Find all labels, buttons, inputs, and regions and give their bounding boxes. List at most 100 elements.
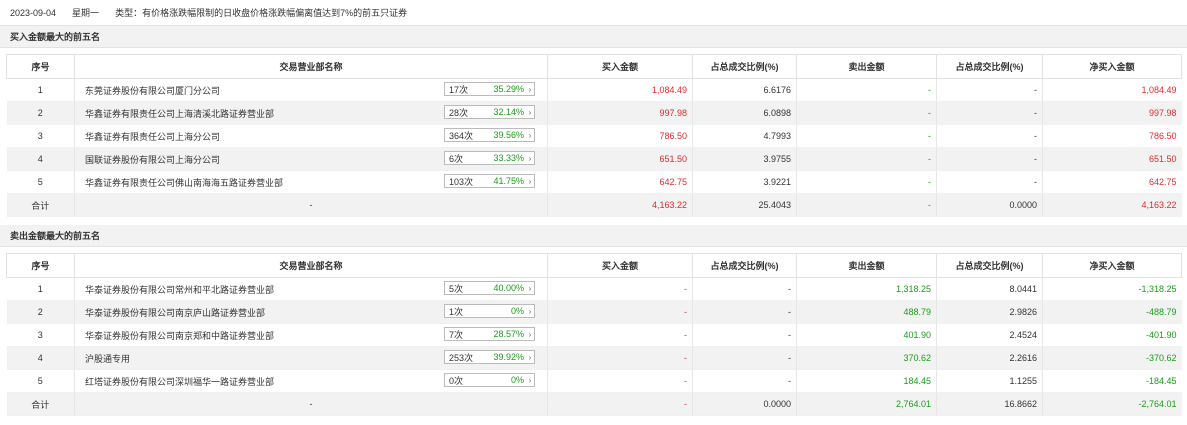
col-sell: 卖出金额 bbox=[796, 253, 937, 278]
trade-count: 7次 bbox=[449, 329, 464, 340]
buy-ratio: - bbox=[692, 300, 797, 324]
branch-name-link[interactable]: 华泰证券股份有限公司南京庐山路证券营业部 bbox=[85, 306, 265, 319]
trade-ratio-toggle[interactable]: 7次 28.57% › bbox=[444, 327, 535, 341]
chevron-right-icon: › bbox=[528, 352, 532, 362]
buy-amount: - bbox=[547, 346, 693, 370]
buy-table: 序号 交易营业部名称 买入金额 占总成交比例(%) 卖出金额 占总成交比例(%)… bbox=[6, 54, 1182, 217]
trade-ratio-toggle[interactable]: 28次 32.14% › bbox=[444, 105, 535, 119]
trade-count: 6次 bbox=[449, 153, 464, 164]
row-index: 5 bbox=[6, 369, 75, 393]
branch-name-link[interactable]: 华鑫证券有限责任公司上海分公司 bbox=[85, 130, 220, 143]
sell-ratio: - bbox=[936, 124, 1043, 148]
sell-amount: 488.79 bbox=[796, 300, 937, 324]
col-branch: 交易营业部名称 bbox=[74, 253, 548, 278]
branch-name-link[interactable]: 华鑫证券有限责任公司上海清溪北路证券营业部 bbox=[85, 107, 274, 120]
sell-ratio: - bbox=[936, 101, 1043, 125]
branch-cell: 红塔证券股份有限公司深圳福华一路证券营业部 0次 0% › bbox=[74, 369, 548, 393]
sell-ratio: 1.1255 bbox=[936, 369, 1043, 393]
branch-name-link[interactable]: 沪股通专用 bbox=[85, 352, 130, 365]
header-bar: 2023-09-04 星期一 类型：有价格涨跌幅限制的日收盘价格涨跌幅偏离值达到… bbox=[0, 0, 1187, 26]
sell-ratio: 2.2616 bbox=[936, 346, 1043, 370]
table-row: 2 华鑫证券有限责任公司上海清溪北路证券营业部 28次 32.14% › 997… bbox=[6, 101, 1182, 125]
branch-cell: 华鑫证券有限责任公司上海清溪北路证券营业部 28次 32.14% › bbox=[74, 101, 548, 125]
row-index: 2 bbox=[6, 300, 75, 324]
win-rate: 0% bbox=[510, 375, 524, 385]
branch-cell: 东莞证券股份有限公司厦门分公司 17次 35.29% › bbox=[74, 78, 548, 102]
table-row: 1 华泰证券股份有限公司常州和平北路证券营业部 5次 40.00% › - - … bbox=[6, 277, 1182, 301]
branch-name-link[interactable]: 红塔证券股份有限公司深圳福华一路证券营业部 bbox=[85, 375, 274, 388]
branch-name-link[interactable]: 华鑫证券有限责任公司佛山南海海五路证券营业部 bbox=[85, 176, 283, 189]
table-row: 4 国联证券股份有限公司上海分公司 6次 33.33% › 651.50 3.9… bbox=[6, 147, 1182, 171]
total-row: 合计 - 4,163.22 25.4043 - 0.0000 4,163.22 bbox=[6, 193, 1182, 217]
branch-name-link[interactable]: 东莞证券股份有限公司厦门分公司 bbox=[85, 84, 220, 97]
net-amount: -401.90 bbox=[1042, 323, 1182, 347]
sell-amount: - bbox=[796, 147, 937, 171]
net-amount: -488.79 bbox=[1042, 300, 1182, 324]
branch-cell: 华鑫证券有限责任公司佛山南海海五路证券营业部 103次 41.75% › bbox=[74, 170, 548, 194]
chevron-right-icon: › bbox=[528, 153, 532, 163]
net-amount: 786.50 bbox=[1042, 124, 1182, 148]
sell-amount: - bbox=[796, 101, 937, 125]
sell-table-wrap: 序号 交易营业部名称 买入金额 占总成交比例(%) 卖出金额 占总成交比例(%)… bbox=[0, 247, 1187, 416]
sell-ratio: - bbox=[936, 170, 1043, 194]
row-index: 1 bbox=[6, 277, 75, 301]
trade-ratio-toggle[interactable]: 1次 0% › bbox=[444, 304, 535, 318]
net-amount: 997.98 bbox=[1042, 101, 1182, 125]
col-idx: 序号 bbox=[6, 253, 75, 278]
total-label: 合计 bbox=[6, 392, 75, 416]
buy-amount: - bbox=[547, 277, 693, 301]
total-buy: - bbox=[547, 392, 693, 416]
total-sell: 2,764.01 bbox=[796, 392, 937, 416]
branch-name-link[interactable]: 华泰证券股份有限公司常州和平北路证券营业部 bbox=[85, 283, 274, 296]
chevron-right-icon: › bbox=[528, 130, 532, 140]
col-sell-ratio: 占总成交比例(%) bbox=[936, 54, 1043, 79]
table-row: 1 东莞证券股份有限公司厦门分公司 17次 35.29% › 1,084.49 … bbox=[6, 78, 1182, 102]
buy-table-wrap: 序号 交易营业部名称 买入金额 占总成交比例(%) 卖出金额 占总成交比例(%)… bbox=[0, 48, 1187, 217]
buy-amount: 1,084.49 bbox=[547, 78, 693, 102]
branch-cell: 国联证券股份有限公司上海分公司 6次 33.33% › bbox=[74, 147, 548, 171]
trade-ratio-toggle[interactable]: 0次 0% › bbox=[444, 373, 535, 387]
total-buy-ratio: 0.0000 bbox=[692, 392, 797, 416]
trade-ratio-toggle[interactable]: 17次 35.29% › bbox=[444, 82, 535, 96]
chevron-right-icon: › bbox=[528, 176, 532, 186]
trade-ratio-toggle[interactable]: 103次 41.75% › bbox=[444, 174, 535, 188]
buy-amount: - bbox=[547, 323, 693, 347]
buy-section-title: 买入金额最大的前五名 bbox=[0, 26, 1187, 48]
buy-table-header: 序号 交易营业部名称 买入金额 占总成交比例(%) 卖出金额 占总成交比例(%)… bbox=[6, 54, 1182, 79]
table-row: 4 沪股通专用 253次 39.92% › - - 370.62 2.2616 … bbox=[6, 346, 1182, 370]
trade-count: 5次 bbox=[449, 283, 464, 294]
table-row: 3 华鑫证券有限责任公司上海分公司 364次 39.56% › 786.50 4… bbox=[6, 124, 1182, 148]
weekday: 星期一 bbox=[72, 8, 100, 18]
row-index: 3 bbox=[6, 124, 75, 148]
net-amount: -370.62 bbox=[1042, 346, 1182, 370]
sell-ratio: 8.0441 bbox=[936, 277, 1043, 301]
sell-ratio: 2.9826 bbox=[936, 300, 1043, 324]
col-idx: 序号 bbox=[6, 54, 75, 79]
win-rate: 39.92% bbox=[493, 352, 524, 362]
trade-count: 364次 bbox=[449, 130, 474, 141]
col-branch: 交易营业部名称 bbox=[74, 54, 548, 79]
chevron-right-icon: › bbox=[528, 375, 532, 385]
type-label: 类型： bbox=[115, 8, 143, 18]
buy-ratio: 6.0898 bbox=[692, 101, 797, 125]
trade-ratio-toggle[interactable]: 6次 33.33% › bbox=[444, 151, 535, 165]
trade-ratio-toggle[interactable]: 253次 39.92% › bbox=[444, 350, 535, 364]
buy-ratio: - bbox=[692, 369, 797, 393]
table-row: 3 华泰证券股份有限公司南京郑和中路证券营业部 7次 28.57% › - - … bbox=[6, 323, 1182, 347]
branch-name-link[interactable]: 国联证券股份有限公司上海分公司 bbox=[85, 153, 220, 166]
total-row: 合计 - - 0.0000 2,764.01 16.8662 -2,764.01 bbox=[6, 392, 1182, 416]
type-info: 类型：有价格涨跌幅限制的日收盘价格涨跌幅偏离值达到7%的前五只证券 bbox=[115, 6, 407, 19]
trade-ratio-toggle[interactable]: 364次 39.56% › bbox=[444, 128, 535, 142]
buy-ratio: 6.6176 bbox=[692, 78, 797, 102]
col-buy: 买入金额 bbox=[547, 54, 693, 79]
trade-ratio-toggle[interactable]: 5次 40.00% › bbox=[444, 281, 535, 295]
branch-cell: 华泰证券股份有限公司南京郑和中路证券营业部 7次 28.57% › bbox=[74, 323, 548, 347]
branch-name-link[interactable]: 华泰证券股份有限公司南京郑和中路证券营业部 bbox=[85, 329, 274, 342]
row-index: 4 bbox=[6, 346, 75, 370]
trade-count: 253次 bbox=[449, 352, 474, 363]
buy-ratio: - bbox=[692, 277, 797, 301]
net-amount: 642.75 bbox=[1042, 170, 1182, 194]
win-rate: 35.29% bbox=[493, 84, 524, 94]
win-rate: 41.75% bbox=[493, 176, 524, 186]
col-buy: 买入金额 bbox=[547, 253, 693, 278]
